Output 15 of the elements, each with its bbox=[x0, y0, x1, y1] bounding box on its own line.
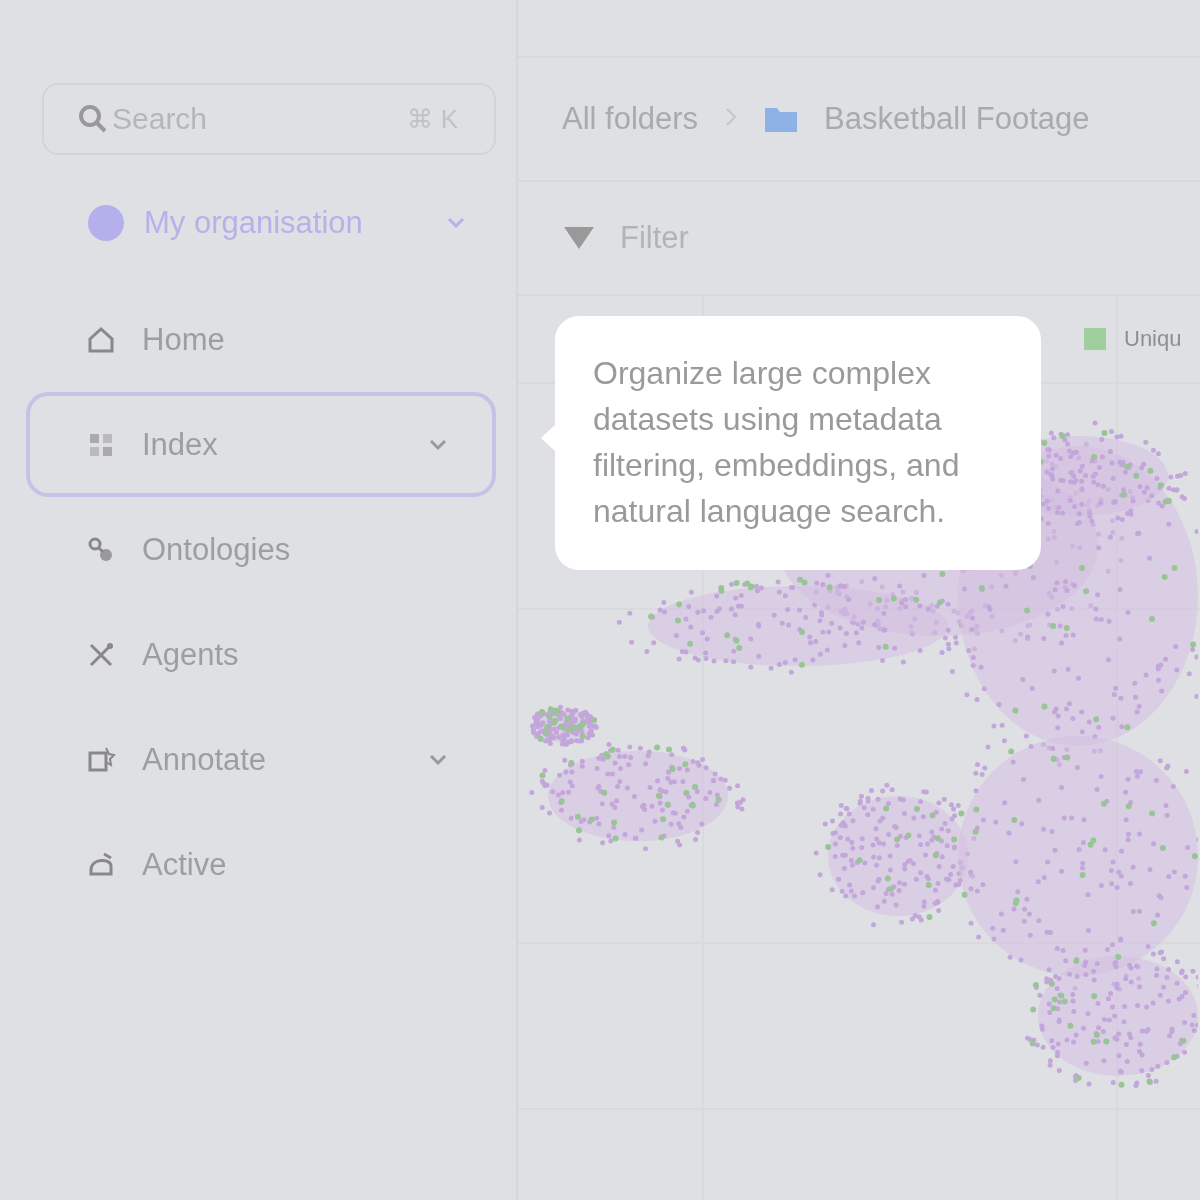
legend-label: Uniqu bbox=[1124, 326, 1182, 352]
filter-icon bbox=[562, 225, 596, 251]
chevron-icon bbox=[428, 438, 448, 451]
search-icon bbox=[78, 104, 108, 134]
sidebar-item[interactable]: Agents bbox=[26, 602, 496, 707]
chevron-icon bbox=[428, 753, 448, 766]
nav-icon bbox=[86, 324, 116, 355]
sidebar-item[interactable]: Annotate bbox=[26, 707, 496, 812]
sidebar-item[interactable]: Home bbox=[26, 287, 496, 392]
folder-icon bbox=[764, 105, 799, 133]
sidebar-item[interactable]: Ontologies bbox=[26, 497, 496, 602]
sidebar-item[interactable]: Index bbox=[26, 392, 496, 497]
sidebar-item[interactable]: Active bbox=[26, 812, 496, 917]
chevron-icon bbox=[446, 217, 466, 229]
tooltip-pointer bbox=[541, 424, 556, 452]
